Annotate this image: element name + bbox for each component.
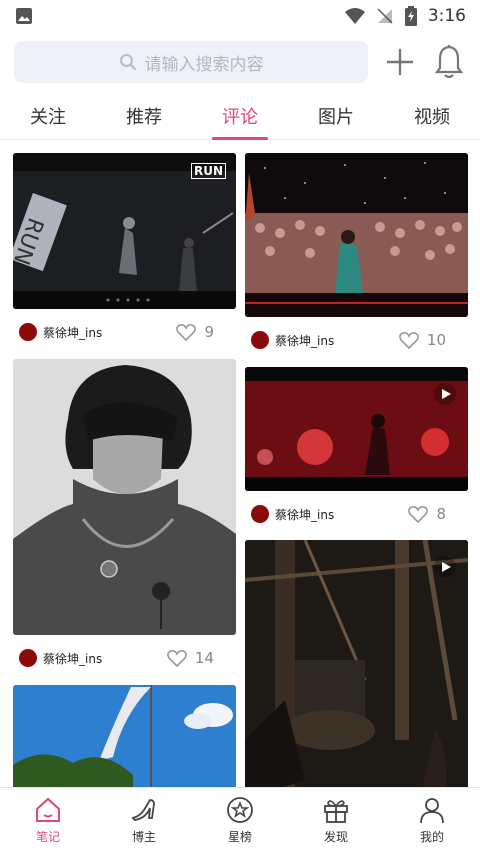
card-thumbnail[interactable] xyxy=(13,359,236,635)
status-time: 3:16 xyxy=(427,6,466,26)
card-thumbnail[interactable]: RUN RUN xyxy=(13,153,236,309)
card-thumbnail[interactable] xyxy=(245,367,468,491)
card-thumbnail[interactable] xyxy=(245,153,468,317)
heart-icon xyxy=(398,332,419,349)
card-meta: 蔡徐坤_ins 9 xyxy=(13,309,236,355)
nav-label: 发现 xyxy=(323,830,348,844)
nav-label: 笔记 xyxy=(35,830,60,844)
card-author[interactable]: 蔡徐坤_ins xyxy=(43,324,176,341)
notifications-button[interactable] xyxy=(431,42,466,82)
avatar[interactable] xyxy=(251,505,269,523)
avatar[interactable] xyxy=(19,323,37,341)
card-author[interactable]: 蔡徐坤_ins xyxy=(43,650,167,667)
like-button[interactable]: 9 xyxy=(176,323,230,341)
nav-bloggers[interactable]: 博主 xyxy=(96,788,192,853)
status-bar: 3:16 xyxy=(0,0,480,32)
card-meta: 蔡徐坤_ins 14 xyxy=(13,635,236,681)
person-icon xyxy=(420,798,444,824)
feed-card[interactable]: RUN RUN 蔡徐坤_ins 9 xyxy=(13,153,236,355)
search-input[interactable]: 请输入搜索内容 xyxy=(14,41,368,83)
waterfall-feed: RUN RUN 蔡徐坤_ins 9 蔡徐坤_ins 10 蔡徐坤_ins 14 … xyxy=(0,151,480,787)
search-placeholder: 请输入搜索内容 xyxy=(144,54,264,75)
feed-card[interactable]: 蔡徐坤_ins 8 xyxy=(245,367,468,537)
star-badge-icon xyxy=(227,797,253,823)
heart-icon xyxy=(408,506,429,523)
home-icon xyxy=(36,797,60,822)
feed-card[interactable] xyxy=(245,540,468,787)
high-heel-icon xyxy=(131,799,155,821)
bottom-nav: 笔记 博主 星榜 发现 我的 xyxy=(0,787,480,853)
card-meta: 蔡徐坤_ins 8 xyxy=(245,491,468,537)
like-button[interactable]: 14 xyxy=(166,649,230,667)
like-count: 10 xyxy=(426,331,446,349)
wifi-icon xyxy=(344,8,365,24)
nav-notes[interactable]: 笔记 xyxy=(0,788,96,853)
image-notification-icon xyxy=(16,8,32,24)
sky-flag-image xyxy=(13,685,236,787)
gift-icon xyxy=(324,800,348,823)
heart-icon xyxy=(176,324,197,341)
feed-card[interactable]: 蔡徐坤_ins 10 xyxy=(245,153,468,363)
avatar[interactable] xyxy=(19,649,37,667)
bell-icon xyxy=(434,45,463,79)
nav-profile[interactable]: 我的 xyxy=(384,788,480,853)
tab-recommend[interactable]: 推荐 xyxy=(110,92,178,140)
like-count: 8 xyxy=(436,505,446,523)
nav-discover[interactable]: 发现 xyxy=(288,788,384,853)
plus-icon xyxy=(386,49,413,75)
card-thumbnail[interactable] xyxy=(245,540,468,787)
heart-icon xyxy=(166,650,187,667)
feed-card[interactable]: 蔡徐坤_ins 14 xyxy=(13,359,236,681)
card-thumbnail[interactable] xyxy=(13,685,236,787)
no-signal-icon xyxy=(377,8,393,24)
portrait-image xyxy=(13,359,236,635)
like-count: 14 xyxy=(194,649,214,667)
nav-star-ranking[interactable]: 星榜 xyxy=(192,788,288,853)
card-author[interactable]: 蔡徐坤_ins xyxy=(275,506,408,523)
like-count: 9 xyxy=(204,323,214,341)
search-icon xyxy=(119,54,136,71)
card-meta: 蔡徐坤_ins 10 xyxy=(245,317,468,363)
tab-follow[interactable]: 关注 xyxy=(14,92,82,140)
category-tabs: 关注 推荐 评论 图片 视频 xyxy=(0,92,480,140)
feed-card[interactable] xyxy=(13,685,236,787)
top-bar: 请输入搜索内容 xyxy=(0,32,480,92)
add-button[interactable] xyxy=(382,42,417,82)
tab-comments[interactable]: 评论 xyxy=(206,92,274,140)
card-author[interactable]: 蔡徐坤_ins xyxy=(275,332,399,349)
play-icon xyxy=(434,383,456,405)
tab-pictures[interactable]: 图片 xyxy=(302,92,370,140)
concert-crowd-image xyxy=(245,153,468,317)
nav-label: 我的 xyxy=(419,830,444,844)
avatar[interactable] xyxy=(251,331,269,349)
nav-label: 星榜 xyxy=(227,830,252,844)
run-logo-text: RUN xyxy=(190,163,226,179)
like-button[interactable]: 8 xyxy=(408,505,462,523)
like-button[interactable]: 10 xyxy=(398,331,462,349)
play-icon xyxy=(434,556,456,578)
battery-charging-icon xyxy=(404,6,417,26)
tab-videos[interactable]: 视频 xyxy=(398,92,466,140)
nav-label: 博主 xyxy=(131,830,156,844)
